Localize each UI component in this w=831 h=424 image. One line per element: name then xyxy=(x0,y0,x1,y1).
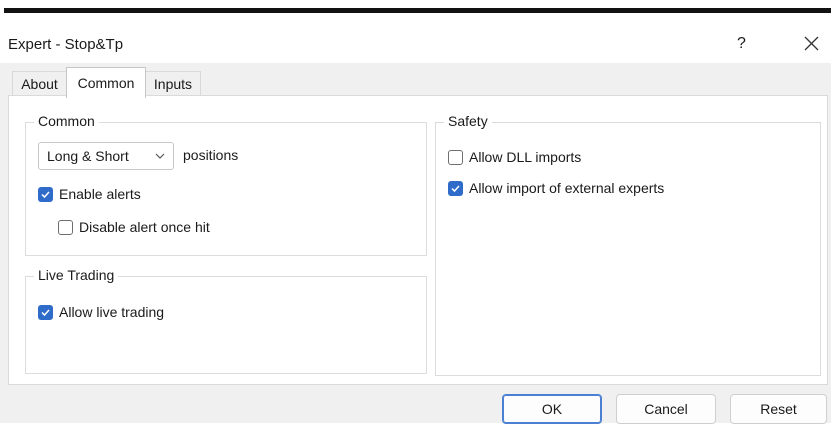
allow-dll-imports-checkbox[interactable]: Allow DLL imports xyxy=(448,149,581,165)
positions-select[interactable]: Long & Short xyxy=(38,142,174,170)
checkmark-icon xyxy=(451,184,460,192)
safety-group: Safety Allow DLL imports Allow import of… xyxy=(435,113,821,376)
enable-alerts-label: Enable alerts xyxy=(59,186,141,202)
live-trading-group: Live Trading Allow live trading xyxy=(25,267,427,374)
checkbox-checked xyxy=(38,186,53,202)
allow-import-external-experts-checkbox[interactable]: Allow import of external experts xyxy=(448,180,664,196)
tab-about[interactable]: About xyxy=(12,71,67,96)
title-bar: Expert - Stop&Tp ? xyxy=(0,13,831,63)
checkbox-checked xyxy=(38,304,53,320)
dialog-content: About Common Inputs Common Long & Short … xyxy=(0,63,831,424)
allow-live-trading-label: Allow live trading xyxy=(59,304,165,320)
checkmark-icon xyxy=(41,190,50,198)
positions-label: positions xyxy=(183,147,239,163)
tab-common-label: Common xyxy=(77,75,135,91)
disable-alert-once-hit-label: Disable alert once hit xyxy=(79,219,210,235)
tab-inputs-label: Inputs xyxy=(153,76,193,92)
checkmark-icon xyxy=(41,308,50,316)
tab-common[interactable]: Common xyxy=(66,67,146,98)
cancel-button[interactable]: Cancel xyxy=(616,394,716,424)
window-title: Expert - Stop&Tp xyxy=(8,36,124,53)
reset-button[interactable]: Reset xyxy=(730,394,827,424)
allow-live-trading-checkbox[interactable]: Allow live trading xyxy=(38,304,164,320)
checkbox-unchecked xyxy=(448,149,463,165)
tab-inputs[interactable]: Inputs xyxy=(145,71,201,96)
close-button[interactable] xyxy=(797,29,825,57)
window-top-edge xyxy=(0,0,831,13)
disable-alert-once-hit-checkbox[interactable]: Disable alert once hit xyxy=(58,219,210,235)
help-button[interactable]: ? xyxy=(737,35,746,53)
checkbox-unchecked xyxy=(58,219,73,235)
chevron-down-icon xyxy=(155,153,165,159)
positions-select-value: Long & Short xyxy=(47,148,129,164)
allow-dll-imports-label: Allow DLL imports xyxy=(469,149,582,165)
safety-group-label: Safety xyxy=(444,113,492,129)
checkbox-checked xyxy=(448,180,463,196)
tab-about-label: About xyxy=(21,76,58,92)
common-group-label: Common xyxy=(34,113,99,129)
live-trading-group-label: Live Trading xyxy=(34,267,119,283)
enable-alerts-checkbox[interactable]: Enable alerts xyxy=(38,186,141,202)
allow-import-external-experts-label: Allow import of external experts xyxy=(469,180,665,196)
tab-panel-common: Common Long & Short positions Enable ale… xyxy=(8,95,828,385)
close-icon xyxy=(804,36,818,50)
ok-button[interactable]: OK xyxy=(502,394,602,424)
common-group: Common Long & Short positions Enable ale… xyxy=(25,113,427,256)
tab-strip: About Common Inputs xyxy=(0,63,831,98)
